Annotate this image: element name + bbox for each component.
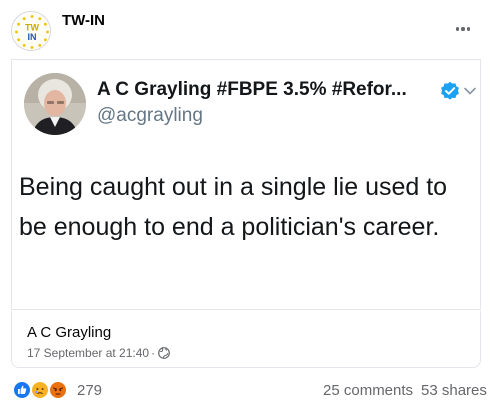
tweet-author-name: A C Grayling #FBPE 3.5% #Refor... [97,79,407,100]
link-preview-title[interactable]: A C Grayling [27,324,111,341]
post-header: TW IN TW-IN [0,0,492,58]
svg-text:IN: IN [28,32,37,42]
chevron-down-icon [464,87,476,95]
sad-reaction-icon[interactable] [30,380,50,400]
shares-count-link[interactable]: 53 shares [421,382,487,399]
reactions-bar: 279 25 comments 53 shares [0,378,492,402]
sad-face-icon [35,388,44,395]
angry-face-icon [53,387,63,395]
link-preview-meta: 17 September at 21:40 · [27,346,170,360]
author-portrait-image [24,73,86,135]
comments-count-link[interactable]: 25 comments [323,382,413,399]
page-name[interactable]: TW-IN [62,12,105,29]
svg-text:TW: TW [25,23,39,33]
meta-separator: · [151,346,156,360]
eu-stars-logo: TW IN [13,13,50,50]
tweet-author-handle: @acgrayling [97,105,203,126]
like-reaction-icon[interactable] [12,380,32,400]
page-avatar[interactable]: TW IN [11,11,51,51]
author-avatar [24,73,86,135]
tweet-text: Being caught out in a single lie used to… [19,173,448,241]
thumbs-up-icon [18,385,27,394]
tweet-screenshot[interactable]: A C Grayling #FBPE 3.5% #Refor... @acgra… [11,59,481,310]
post-timestamp[interactable]: 17 September at 21:40 [27,346,149,360]
more-horizontal-icon [455,27,460,31]
globe-icon[interactable] [158,347,170,359]
angry-reaction-icon[interactable] [48,380,68,400]
reaction-count[interactable]: 279 [77,382,102,399]
verified-badge-icon [441,81,459,100]
more-options-button[interactable] [450,16,476,42]
link-preview[interactable]: A C Grayling 17 September at 21:40 · [11,311,481,368]
